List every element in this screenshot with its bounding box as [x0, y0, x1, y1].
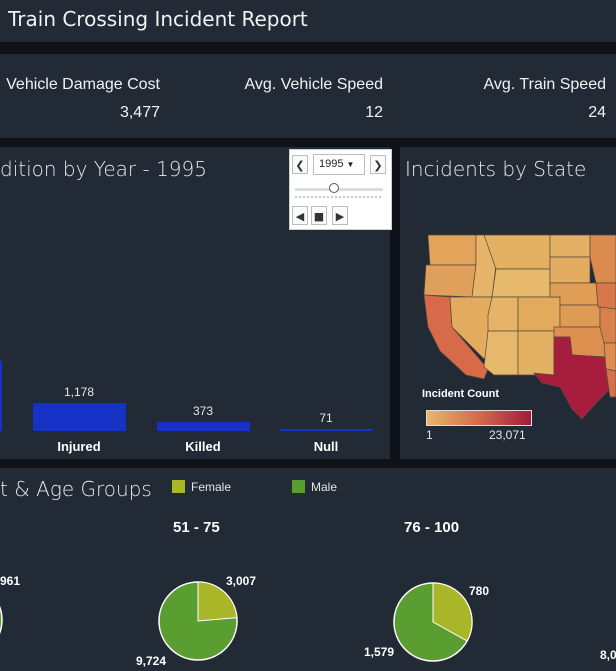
state-montana	[483, 234, 551, 270]
state-arkansas	[603, 342, 616, 372]
state-wyoming	[491, 268, 551, 298]
state-colorado	[517, 296, 561, 332]
demographics-panel: t & Age Groups Female Male 51 - 75 76 - …	[0, 468, 616, 671]
title-bar: Train Crossing Incident Report	[0, 0, 616, 42]
page-title: Train Crossing Incident Report	[8, 7, 308, 31]
state-washington	[427, 234, 477, 266]
chevron-left-icon: ❮	[295, 159, 305, 172]
kpi-label: Vehicle Damage Cost	[6, 76, 160, 93]
year-player: ❮ 1995 ▼ ❯ ◀ ■ ▶	[289, 149, 392, 230]
state-minnesota	[589, 234, 616, 284]
bar-null	[279, 429, 373, 431]
play-forward-icon: ▶	[335, 210, 345, 223]
incidents-by-state-panel: Incidents by State Incident Count 1 23,0…	[400, 147, 616, 459]
state-utah	[487, 296, 519, 332]
play-back-button[interactable]: ◀	[292, 206, 308, 225]
map-legend-max: 23,071	[489, 428, 526, 442]
kpi-avg-train-speed: Avg. Train Speed 24	[484, 76, 606, 122]
slider-ticks	[295, 196, 383, 198]
pie-partial-left	[0, 605, 3, 635]
kpi-label: Avg. Train Speed	[483, 76, 606, 93]
bar-killed	[156, 422, 250, 431]
state-north-dakota	[549, 234, 591, 258]
chevron-right-icon: ❯	[373, 159, 383, 172]
year-slider-track[interactable]	[295, 188, 383, 191]
state-iowa	[595, 282, 616, 310]
kpi-panel: Vehicle Damage Cost 3,477 Avg. Vehicle S…	[0, 52, 616, 138]
year-slider-thumb[interactable]	[329, 183, 339, 193]
bar-category-label: Null	[313, 439, 339, 454]
map-legend-min: 1	[426, 428, 433, 442]
state-oregon	[423, 264, 477, 298]
stop-button[interactable]: ■	[311, 206, 327, 225]
kpi-value: 3,477	[119, 104, 160, 121]
pie-charts	[0, 581, 473, 662]
kpi-vehicle-damage-cost: Vehicle Damage Cost 3,477	[6, 76, 160, 122]
pie-51-75-female-slice	[197, 581, 238, 622]
next-year-button[interactable]: ❯	[370, 155, 386, 174]
state-kansas	[559, 304, 601, 328]
bar-partial	[0, 361, 2, 431]
state-missouri	[599, 306, 616, 344]
kpi-value: 12	[365, 104, 383, 121]
kpi-label: Avg. Vehicle Speed	[244, 76, 383, 93]
year-select[interactable]: 1995 ▼	[313, 154, 365, 175]
chevron-down-icon: ▼	[346, 160, 355, 169]
stop-icon: ■	[313, 210, 325, 223]
kpi-value: 24	[588, 104, 606, 121]
bar-value-label: 71	[319, 411, 333, 425]
state-south-dakota	[549, 256, 591, 284]
bar-injured	[32, 403, 126, 431]
play-forward-button[interactable]: ▶	[332, 206, 348, 225]
state-arizona	[483, 330, 519, 376]
kpi-avg-vehicle-speed: Avg. Vehicle Speed 12	[245, 76, 383, 122]
bar-category-label: Injured	[57, 439, 101, 454]
panel-title: dition by Year - 1995	[0, 157, 207, 181]
map-legend-title: Incident Count	[422, 388, 499, 400]
bar-value-label: 373	[192, 404, 214, 419]
bar-value-label: 1,178	[63, 385, 95, 399]
state-new-mexico	[517, 330, 555, 376]
selected-year-value: 1995	[319, 158, 344, 170]
prev-year-button[interactable]: ❮	[292, 155, 308, 174]
map-legend-gradient	[426, 410, 532, 426]
play-back-icon: ◀	[295, 210, 305, 223]
bar-category-label: Killed	[185, 439, 221, 454]
